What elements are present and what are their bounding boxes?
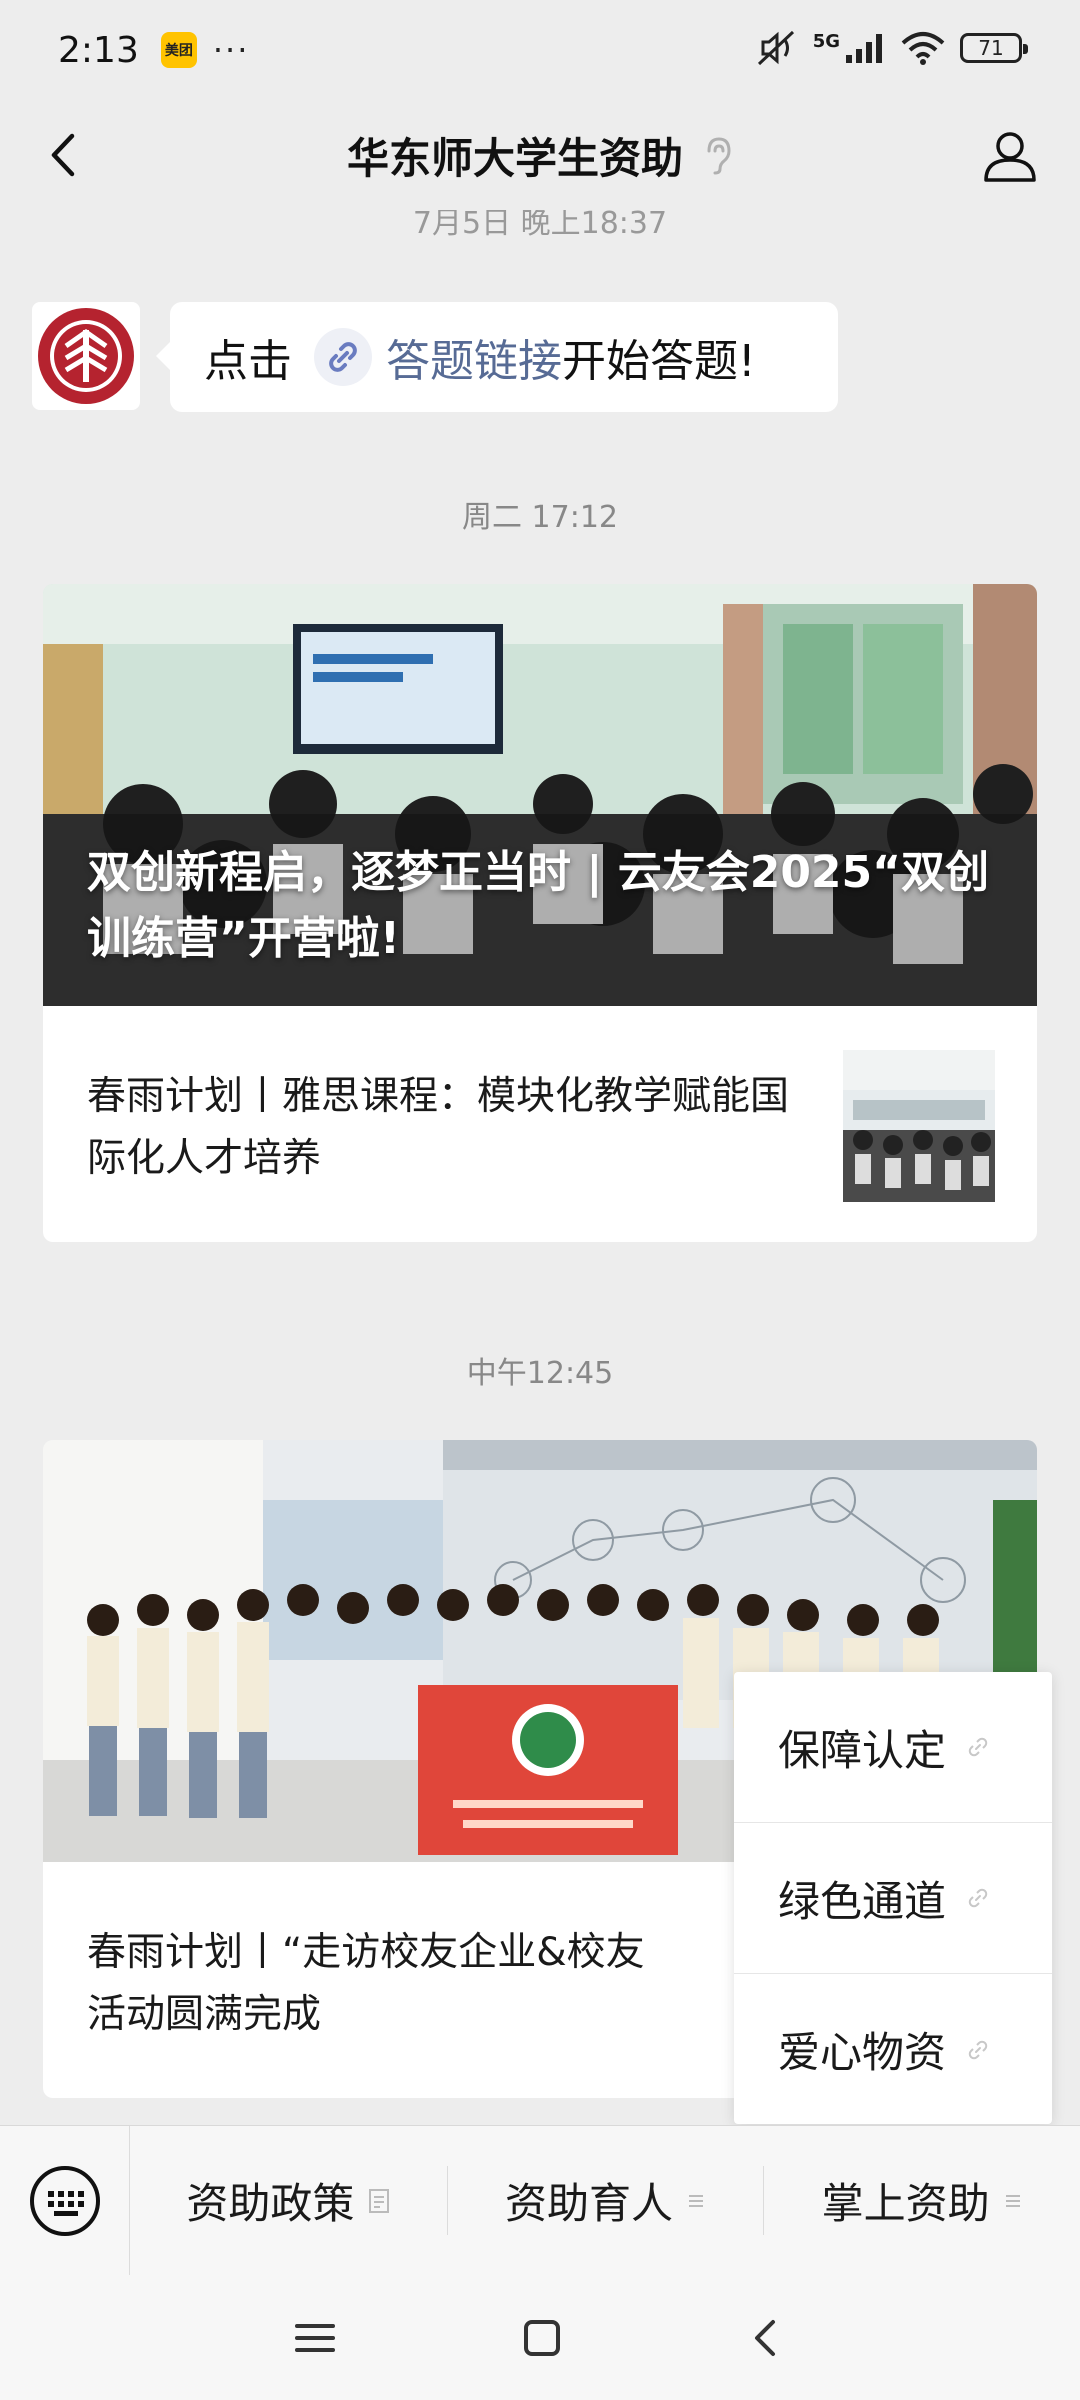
ecnu-logo-icon xyxy=(38,308,134,404)
title-bar: 华东师大学生资助 xyxy=(0,100,1080,210)
submenu-popup: 保障认定 绿色通道 爱心物资 xyxy=(734,1672,1052,2124)
message-suffix: 开始答题! xyxy=(562,336,756,387)
link-icon xyxy=(314,328,372,386)
article-1-cover-title: 双创新程启，逐梦正当时 | 云友会2025“双创训练营”开营啦! xyxy=(87,847,990,964)
submenu-icon xyxy=(689,2194,704,2207)
profile-button[interactable] xyxy=(980,126,1040,186)
timestamp-2: 中午12:45 xyxy=(466,1356,614,1391)
article-1-sub-item[interactable]: 春雨计划丨雅思课程：模块化教学赋能国际化人才培养 xyxy=(43,1006,1037,1242)
status-bar: 2:13 美团 ··· 5G 71 xyxy=(0,0,1080,100)
network-type: 5G xyxy=(812,30,840,52)
submenu-item-label: 绿色通道 xyxy=(778,1876,947,1926)
mute-vibrate-icon xyxy=(757,30,794,66)
submenu-item-green-channel[interactable]: 绿色通道 xyxy=(734,1823,1052,1974)
document-icon xyxy=(369,2188,390,2213)
article-1-sub-title: 春雨计划丨雅思课程：模块化教学赋能国际化人才培养 xyxy=(87,1074,790,1181)
menu-item-policy[interactable]: 资助政策 xyxy=(130,2126,447,2275)
back-button[interactable] xyxy=(40,130,90,180)
message-bubble[interactable]: 点击 答题链接 开始答题! xyxy=(156,302,838,412)
article-2-sub-title-line2: 活动圆满完成 xyxy=(87,1992,322,2037)
article-2-sub-title-line1: 春雨计划丨“走访校友企业&校友 xyxy=(87,1930,645,1975)
ear-icon xyxy=(707,137,731,175)
system-nav-bar xyxy=(0,2275,1080,2400)
menu-item-label: 掌上资助 xyxy=(821,2179,990,2228)
account-avatar[interactable] xyxy=(32,302,140,410)
status-time: 2:13 xyxy=(58,29,139,71)
menu-item-mobile[interactable]: 掌上资助 xyxy=(763,2126,1080,2275)
menu-item-education[interactable]: 资助育人 xyxy=(446,2126,764,2275)
article-1-sub-thumbnail xyxy=(843,1050,995,1202)
article-1-cover[interactable]: 双创新程启，逐梦正当时 | 云友会2025“双创训练营”开营啦! xyxy=(43,584,1037,1006)
wifi-icon xyxy=(901,32,945,65)
message-prefix: 点击 xyxy=(204,336,292,387)
more-notifications-icon: ··· xyxy=(212,31,250,69)
menu-item-label: 资助育人 xyxy=(505,2179,674,2228)
back-nav-icon[interactable] xyxy=(747,2318,787,2358)
link-icon xyxy=(968,1888,988,1908)
quiz-link[interactable]: 答题链接 xyxy=(386,325,562,389)
submenu-item-label: 爱心物资 xyxy=(778,2028,947,2077)
keyboard-toggle-button[interactable] xyxy=(0,2125,130,2276)
status-icons: 5G 71 xyxy=(755,28,1028,68)
article-card-1[interactable]: 双创新程启，逐梦正当时 | 云友会2025“双创训练营”开营啦! 春雨计划丨雅思… xyxy=(43,584,1037,1242)
meituan-badge-icon: 美团 xyxy=(160,32,197,68)
link-icon xyxy=(968,1737,988,1757)
keyboard-icon xyxy=(29,2165,100,2236)
battery-level: 71 xyxy=(978,36,1004,60)
menu-icon[interactable] xyxy=(293,2318,337,2358)
menu-item-label: 资助政策 xyxy=(186,2179,355,2228)
submenu-icon xyxy=(1005,2194,1020,2207)
timestamp-1: 周二 17:12 xyxy=(462,500,618,535)
battery-icon: 71 xyxy=(960,33,1028,63)
partial-timestamp: 7月5日 晚上18:37 xyxy=(412,210,668,241)
bottom-menu-bar: 资助政策 资助育人 掌上资助 xyxy=(0,2125,1080,2276)
submenu-item-donations[interactable]: 爱心物资 xyxy=(734,1974,1052,2125)
page-title: 华东师大学生资助 xyxy=(346,133,683,183)
link-icon xyxy=(968,2040,988,2059)
article-2-sub-title: 春雨计划丨“走访校友企业&校友 活动圆满完成 xyxy=(87,1922,787,2046)
signal-icon xyxy=(846,34,882,63)
submenu-item-guarantee[interactable]: 保障认定 xyxy=(734,1672,1052,1823)
submenu-item-label: 保障认定 xyxy=(778,1725,947,1775)
home-icon[interactable] xyxy=(522,2318,562,2358)
